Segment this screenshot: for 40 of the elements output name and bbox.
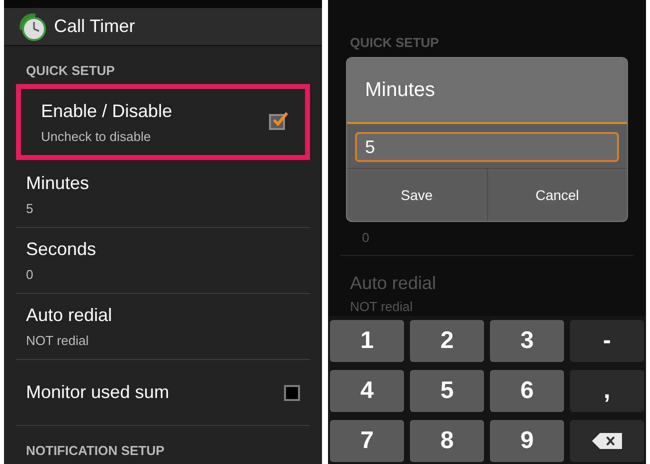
preference-summary: 0 bbox=[362, 230, 370, 246]
preference-summary: 5 bbox=[26, 200, 34, 218]
keyboard-key[interactable]: , bbox=[570, 370, 644, 412]
preference-title: Auto redial bbox=[26, 304, 112, 328]
keyboard-key[interactable]: 9 bbox=[490, 420, 564, 462]
dialog-button[interactable]: Save bbox=[347, 169, 486, 221]
preference-title: Minutes bbox=[26, 172, 90, 196]
dialog-title: Minutes bbox=[365, 78, 436, 103]
preference-title: Auto redial bbox=[350, 272, 438, 295]
preference-summary: 0 bbox=[26, 266, 34, 284]
keyboard-key[interactable]: 8 bbox=[410, 420, 484, 462]
keyboard-key[interactable]: 7 bbox=[330, 420, 404, 462]
keyboard-key[interactable]: 5 bbox=[410, 370, 484, 412]
preference-title: Monitor used sum bbox=[26, 381, 170, 404]
preference-row[interactable]: Seconds 0 bbox=[16, 228, 310, 294]
backspace-icon bbox=[592, 433, 622, 450]
checkbox[interactable] bbox=[284, 384, 300, 400]
keyboard-key[interactable]: - bbox=[570, 320, 644, 362]
section-header: QUICK SETUP bbox=[26, 62, 115, 80]
keyboard-key[interactable]: 4 bbox=[330, 370, 404, 412]
preference-row[interactable]: Monitor used sum bbox=[16, 360, 310, 426]
preference-summary: NOT redial bbox=[26, 332, 90, 350]
section-header: NOTIFICATION SETUP bbox=[26, 442, 164, 460]
keyboard-key[interactable]: 3 bbox=[490, 320, 564, 362]
preference-summary: NOT redial bbox=[350, 298, 414, 316]
keyboard-key[interactable]: 2 bbox=[410, 320, 484, 362]
preference-row[interactable]: Enable / Disable Uncheck to disable bbox=[16, 84, 310, 160]
preference-summary: Uncheck to disable bbox=[41, 128, 152, 146]
preference-row[interactable]: Minutes 5 bbox=[16, 162, 310, 228]
preference-row[interactable]: Auto redial NOT redial bbox=[16, 294, 310, 360]
app-title: Call Timer bbox=[54, 14, 136, 38]
keyboard-key[interactable]: 6 bbox=[490, 370, 564, 412]
checkmark-icon bbox=[271, 110, 289, 128]
dialog-button[interactable]: Cancel bbox=[486, 169, 627, 221]
input-field[interactable]: 5 bbox=[355, 132, 619, 162]
preference-title: Enable / Disable bbox=[41, 100, 172, 123]
backspace-key[interactable] bbox=[570, 420, 644, 462]
keyboard-key[interactable]: 1 bbox=[330, 320, 404, 362]
preference-title: Seconds bbox=[26, 238, 96, 262]
section-header: QUICK SETUP bbox=[350, 35, 439, 50]
